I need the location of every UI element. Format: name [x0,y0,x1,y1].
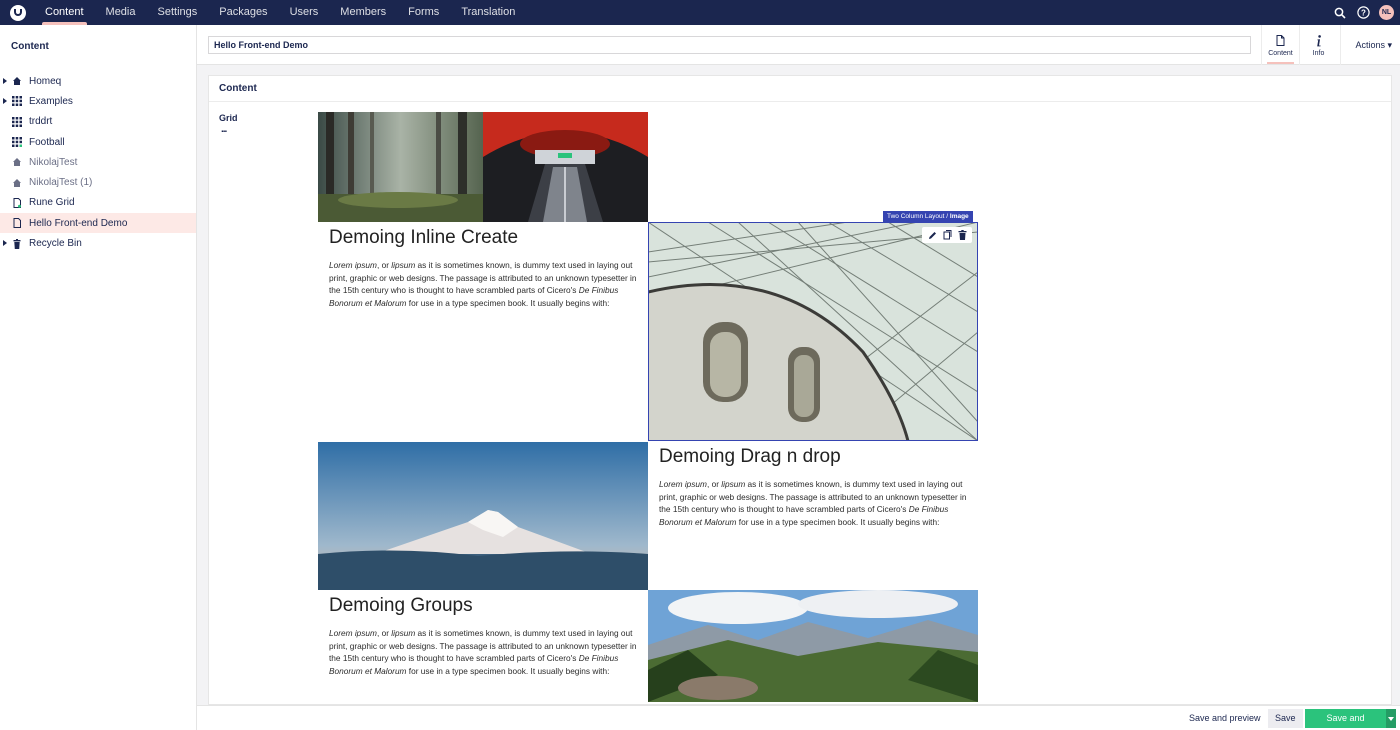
save-and-preview-button[interactable]: Save and preview [1182,709,1268,728]
document-icon [1276,34,1285,48]
editor-header: Content Info Actions ▾ [197,25,1400,65]
tree-item-label: NikolajTest (1) [29,177,93,189]
publish-options-caret-icon[interactable] [1386,709,1396,728]
home-icon [12,157,22,167]
document-icon [12,197,22,208]
lorem-text: for use in a type specimen book. It usua… [736,516,940,527]
tree-item-label: Rune Grid [29,197,75,209]
nav-item-forms[interactable]: Forms [397,0,450,25]
document-icon [12,218,22,229]
top-navigation: Content Media Settings Packages Users Me… [0,0,1400,25]
section-heading-drag-n-drop[interactable]: Demoing Drag n drop [659,446,841,468]
expand-caret-icon[interactable] [3,78,7,84]
lorem-text: for use in a type specimen book. It usua… [406,665,610,676]
tree-item-label: Football [29,136,65,148]
tree-item-examples[interactable]: Examples [0,91,196,111]
nav-item-members[interactable]: Members [329,0,397,25]
editor-apps: Content Info [1261,25,1337,65]
property-actions-menu[interactable]: ... [221,124,227,135]
app-label: Content [1268,49,1293,57]
tree-item-football[interactable]: Football [0,132,196,152]
nav-item-settings[interactable]: Settings [147,0,209,25]
alpine-valley-image[interactable] [648,590,978,702]
home-icon [12,178,22,188]
trash-icon [12,238,22,249]
tree-item-label: Hello Front-end Demo [29,217,128,229]
tree-item-recycle-bin[interactable]: Recycle Bin [0,233,196,253]
expand-caret-icon[interactable] [3,240,7,247]
section-heading-inline-create[interactable]: Demoing Inline Create [329,227,518,249]
grid-icon [12,96,22,107]
caret-down-icon: ▾ [1387,40,1392,50]
grid-icon [12,116,22,127]
tree-item-label: Recycle Bin [29,238,82,250]
info-icon [1316,34,1322,48]
save-and-publish-button[interactable]: Save and publish [1305,709,1386,728]
group-title: Content [209,76,1391,102]
tree-item-trddrt[interactable]: trddrt [0,112,196,132]
lorem-lipsum: lipsum [391,628,416,638]
save-button[interactable]: Save [1268,709,1303,728]
block-toolbar [922,227,972,243]
lorem-text: , or [376,628,392,638]
section-body-groups[interactable]: Lorem ipsum, or lipsum as it is sometime… [329,627,639,677]
content-tree-sidebar: Content Homeq Examples trddrt Football N… [0,25,197,730]
lorem-lipsum: lipsum [721,479,746,489]
edit-pencil-icon[interactable] [926,229,938,241]
lorem-lead: Lorem ipsum [329,260,377,270]
nav-item-users[interactable]: Users [279,0,330,25]
block-breadcrumb-label[interactable]: Two Column Layout / Image [883,211,973,222]
actions-label: Actions [1355,40,1385,50]
forest-image[interactable] [318,112,483,222]
copy-icon[interactable] [941,229,953,241]
mountain-image[interactable] [318,442,648,590]
block-label-separator: / [946,213,949,220]
museum-dome-image[interactable] [648,222,978,441]
tree-item-label: Homeq [29,75,62,87]
lorem-lead: Lorem ipsum [329,628,377,638]
section-heading-groups[interactable]: Demoing Groups [329,595,473,617]
app-info-tab[interactable]: Info [1299,25,1337,65]
umbraco-logo-icon[interactable] [10,4,26,21]
trash-icon[interactable] [956,229,968,241]
tree-item-hello-front-end-demo[interactable]: Hello Front-end Demo [0,213,196,234]
tree-item-homeq[interactable]: Homeq [0,71,196,91]
svg-text:?: ? [1361,8,1366,17]
help-icon[interactable]: ? [1356,6,1370,20]
grid-icon [12,137,22,148]
block-item-name: Image [949,213,969,220]
nav-item-content[interactable]: Content [34,0,95,25]
tree-item-rune-grid[interactable]: Rune Grid [0,193,196,213]
lorem-text: for use in a type specimen book. It usua… [406,297,610,308]
tree-item-nikolajtest[interactable]: NikolajTest [0,152,196,172]
lorem-text: , or [706,479,722,489]
lorem-lead: Lorem ipsum [659,479,707,489]
user-avatar[interactable]: NL [1379,5,1394,20]
lorem-text: , or [376,260,392,270]
tree-item-label: trddrt [29,116,53,128]
app-content-tab[interactable]: Content [1261,25,1299,65]
actions-dropdown[interactable]: Actions ▾ [1340,25,1392,65]
block-layout-name: Two Column Layout [887,213,945,220]
subway-station-image[interactable] [483,112,648,222]
section-body-drag-n-drop[interactable]: Lorem ipsum, or lipsum as it is sometime… [659,478,969,528]
lorem-lipsum: lipsum [391,260,416,270]
home-icon [12,76,22,86]
tree-item-label: NikolajTest [29,156,78,168]
expand-caret-icon[interactable] [3,98,7,105]
property-label-grid: Grid [219,113,238,123]
nav-item-media[interactable]: Media [95,0,147,25]
app-label: Info [1312,49,1325,57]
search-icon[interactable] [1333,6,1347,20]
editor-footer: Save and preview Save Save and publish [197,705,1400,730]
tree-item-nikolajtest-1[interactable]: NikolajTest (1) [0,172,196,192]
node-name-input[interactable] [208,36,1251,54]
nav-item-translation[interactable]: Translation [450,0,526,25]
content-tree: Homeq Examples trddrt Football NikolajTe… [0,71,196,254]
sidebar-title: Content [11,41,49,52]
nav-item-packages[interactable]: Packages [208,0,278,25]
section-body-inline-create[interactable]: Lorem ipsum, or lipsum as it is sometime… [329,259,639,309]
tree-item-label: Examples [29,95,73,107]
